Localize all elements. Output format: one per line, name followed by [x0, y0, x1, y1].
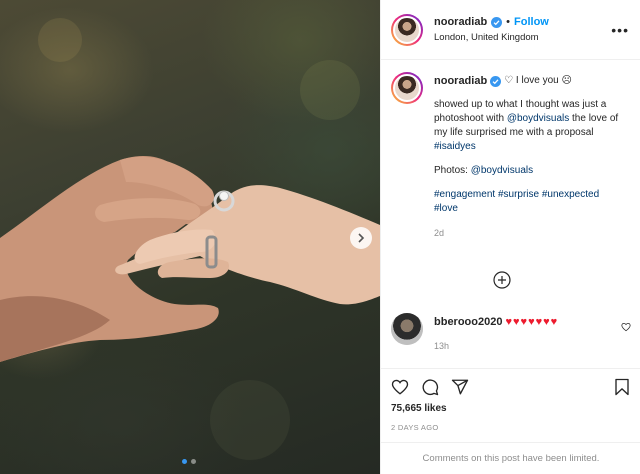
caption: nooradiab ♡ I love you ☹ showed up to wh… [391, 72, 631, 240]
carousel-next-button[interactable] [350, 227, 372, 249]
like-count[interactable]: 75,665 likes [391, 403, 631, 414]
caption-credits: Photos: @boydvisuals [434, 164, 624, 178]
verified-badge-icon [490, 75, 502, 87]
comment-like-heart-icon[interactable] [621, 322, 631, 332]
caption-first-line: ♡ I love you ☹ [504, 75, 572, 86]
verified-badge-icon [491, 16, 503, 28]
carousel-dot-active [182, 459, 187, 464]
header-username[interactable]: nooradiab [434, 16, 487, 28]
follow-button[interactable]: Follow [514, 16, 549, 28]
caption-timestamp[interactable]: 2d [434, 226, 624, 240]
post-date: 2 DAYS AGO [391, 423, 439, 432]
mention-link[interactable]: @boydvisuals [471, 165, 533, 176]
ring-diamond [219, 191, 229, 201]
heart-icon[interactable] [391, 378, 409, 396]
hashtag-link[interactable]: #surprise [498, 189, 539, 200]
caption-hashtags: #engagement #surprise #unexpected #love [434, 188, 624, 216]
more-options-button[interactable]: ••• [611, 22, 629, 38]
comment-username[interactable]: bberooo2020 [434, 315, 502, 329]
hashtag-link[interactable]: #isaidyes [434, 141, 476, 152]
post-media[interactable] [0, 0, 380, 474]
comment-text: ♥♥♥♥♥♥♥ [505, 316, 559, 328]
hashtag-link[interactable]: #unexpected [542, 189, 599, 200]
load-more-comments-icon[interactable] [493, 271, 511, 289]
comment-icon[interactable] [421, 378, 439, 396]
instagram-post: nooradiab • Follow London, United Kingdo… [0, 0, 640, 474]
carousel-dot [191, 459, 196, 464]
carousel-indicator [182, 459, 196, 464]
hashtag-link[interactable]: #love [434, 203, 458, 214]
location-link[interactable]: London, United Kingdom [434, 32, 549, 43]
bookmark-icon[interactable] [613, 378, 631, 396]
post-side-panel: nooradiab • Follow London, United Kingdo… [380, 0, 640, 474]
caption-text: showed up to what I thought was just a p… [434, 98, 624, 154]
post-header: nooradiab • Follow London, United Kingdo… [381, 0, 640, 60]
caption-avatar[interactable] [391, 72, 423, 104]
caption-line: Photos: [434, 165, 471, 176]
share-icon[interactable] [451, 378, 469, 396]
header-separator: • [506, 16, 511, 28]
engagement-photo [0, 18, 380, 460]
hashtag-link[interactable]: #engagement [434, 189, 495, 200]
post-actions: 75,665 likes 2 DAYS AGO [381, 368, 640, 432]
comments-limited-notice: Comments on this post have been limited. [381, 442, 640, 474]
caption-area: nooradiab ♡ I love you ☹ showed up to wh… [381, 60, 640, 368]
avatar[interactable] [391, 13, 423, 46]
comment-avatar[interactable] [391, 313, 423, 345]
comment-timestamp[interactable]: 13h [434, 339, 624, 353]
comment-item: bberooo2020 ♥♥♥♥♥♥♥ 13h [391, 313, 624, 353]
caption-username[interactable]: nooradiab [434, 74, 487, 88]
mention-link[interactable]: @boydvisuals [507, 113, 569, 124]
chevron-right-icon [358, 233, 365, 243]
